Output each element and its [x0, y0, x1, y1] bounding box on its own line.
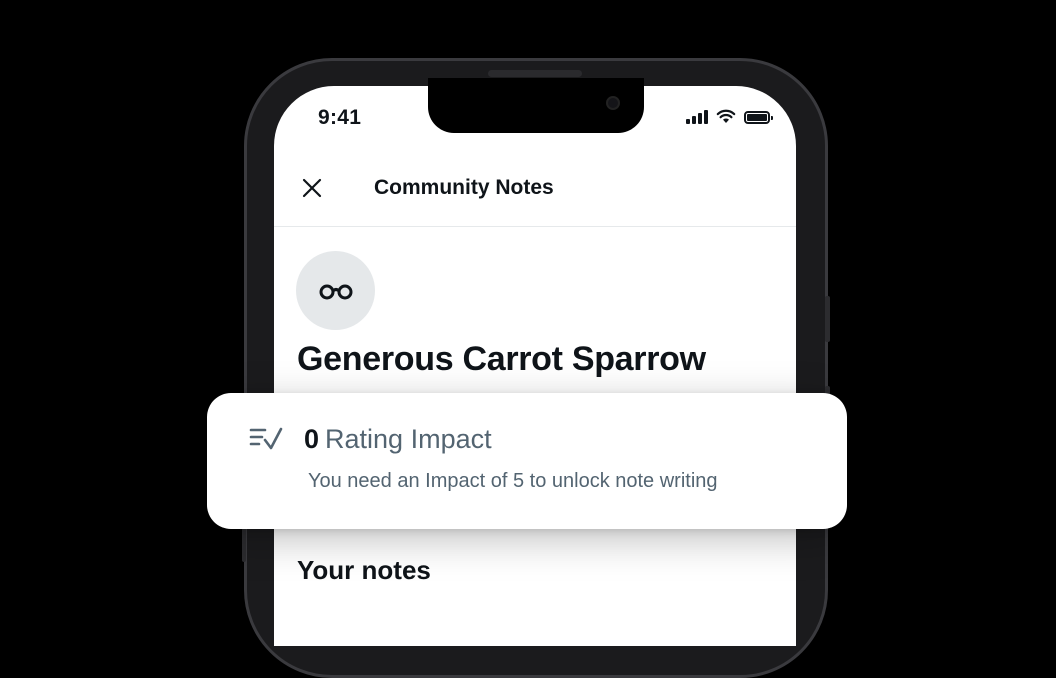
impact-card — [207, 393, 847, 529]
side-button — [825, 296, 830, 342]
section-title-your-notes: Your notes — [297, 555, 431, 585]
close-button[interactable] — [298, 174, 326, 202]
impact-value: 0 — [304, 424, 320, 454]
profile-name: Generous Carrot Sparrow — [297, 340, 706, 378]
status-icons — [686, 108, 773, 124]
wifi-icon — [716, 109, 736, 123]
impact-line: 0 Rating Impact — [304, 424, 492, 455]
header-divider — [274, 226, 796, 227]
close-icon — [302, 178, 322, 198]
page-title: Community Notes — [374, 176, 554, 199]
speaker-grille — [488, 70, 582, 77]
status-time: 9:41 — [318, 106, 362, 129]
impact-label: Rating Impact — [325, 424, 492, 454]
side-button — [242, 528, 246, 562]
avatar — [296, 251, 375, 330]
camera-icon — [606, 96, 620, 110]
impact-subtitle: You need an Impact of 5 to unlock note w… — [308, 470, 718, 492]
signal-icon — [686, 108, 708, 124]
battery-icon — [744, 111, 773, 124]
glasses-icon — [319, 284, 352, 299]
rating-check-icon — [249, 427, 283, 450]
